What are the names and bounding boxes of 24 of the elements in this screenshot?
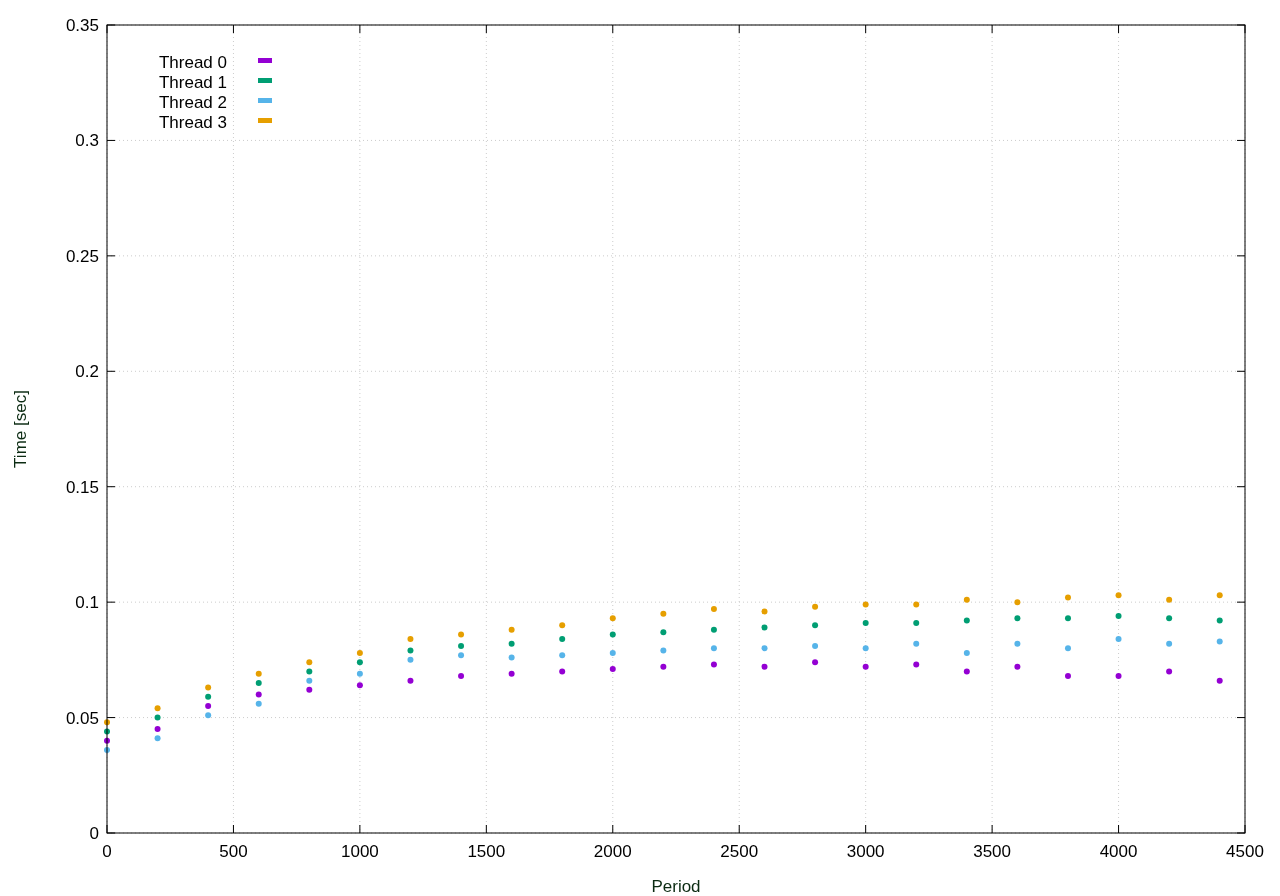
y-tick-label: 0	[89, 824, 99, 843]
x-tick-label: 2000	[593, 842, 632, 861]
y-tick-label: 0.15	[65, 477, 99, 497]
y-tick-label: 0.2	[75, 362, 99, 382]
x-tick-label: 3500	[973, 842, 1012, 861]
y-tick-label: 0.25	[65, 246, 99, 266]
legend-label: Thread 3	[158, 113, 227, 132]
x-tick-label: 4000	[1099, 842, 1138, 861]
y-axis-title: Time [sec]	[11, 390, 30, 468]
y-tick-label: 0.1	[75, 593, 99, 613]
x-tick-label: 1500	[467, 842, 506, 861]
x-axis-title: Period	[651, 877, 701, 896]
legend-label: Thread 2	[158, 93, 227, 112]
x-tick-label: 500	[219, 842, 248, 861]
x-tick-label: 1000	[340, 842, 379, 861]
x-tick-label: 0	[102, 842, 112, 861]
y-tick-label: 0.05	[65, 708, 99, 728]
legend-label: Thread 1	[158, 73, 227, 92]
x-tick-label: 4500	[1226, 842, 1264, 861]
legend-label: Thread 0	[158, 53, 227, 72]
x-tick-label: 3000	[846, 842, 885, 861]
y-tick-label: 0.3	[75, 131, 99, 151]
x-tick-label: 2500	[720, 842, 759, 861]
y-tick-label: 0.35	[65, 16, 99, 35]
